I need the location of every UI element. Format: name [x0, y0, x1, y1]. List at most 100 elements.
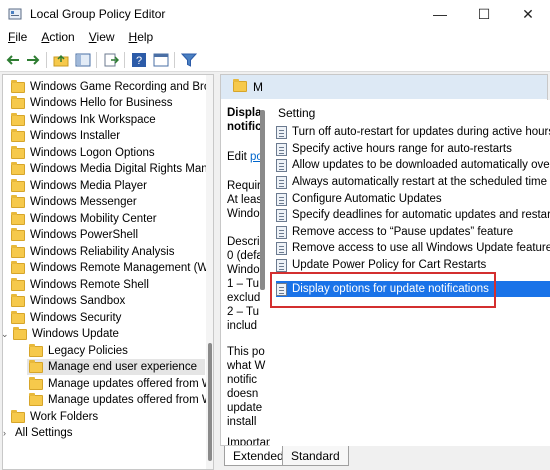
help-icon[interactable]: ? — [130, 51, 148, 69]
menu-help[interactable]: Help — [121, 28, 160, 48]
menu-bar: File Action View Help — [0, 28, 550, 48]
folder-icon — [11, 260, 25, 274]
tree-item[interactable]: Windows Hello for Business — [11, 95, 173, 111]
tree-item[interactable]: Windows Remote Management (W — [11, 260, 208, 276]
forward-arrow-icon[interactable] — [24, 51, 42, 69]
description-line: install — [227, 416, 257, 428]
menu-action[interactable]: Action — [33, 28, 80, 48]
tree-item[interactable]: Windows Messenger — [11, 194, 137, 210]
folder-icon — [29, 359, 43, 373]
folder-icon — [29, 343, 43, 357]
tree-item[interactable]: Windows Game Recording and Bro — [11, 79, 210, 95]
minimize-button[interactable]: — — [418, 0, 462, 28]
folder-icon — [29, 376, 43, 390]
menu-file[interactable]: File — [0, 28, 33, 48]
folder-icon — [11, 277, 25, 291]
toolbar-separator — [96, 52, 97, 68]
setting-row[interactable]: Remove access to use all Windows Update … — [276, 240, 550, 256]
policy-setting-icon — [276, 225, 287, 239]
tree-item[interactable]: Windows Sandbox — [11, 293, 125, 309]
folder-icon — [11, 161, 25, 175]
show-hide-tree-icon[interactable] — [74, 51, 92, 69]
description-line: notific — [227, 374, 258, 386]
filter-icon[interactable] — [180, 51, 198, 69]
toolbar-separator — [174, 52, 175, 68]
tree-item[interactable]: Manage updates offered from W — [29, 376, 213, 392]
menu-view[interactable]: View — [81, 28, 121, 48]
setting-row[interactable]: Specify active hours range for auto-rest… — [276, 141, 550, 157]
description-line: 1 – Tu — [227, 278, 259, 290]
description-line: doesn — [227, 388, 259, 400]
setting-row[interactable]: Always automatically restart at the sche… — [276, 174, 550, 190]
up-folder-icon[interactable] — [52, 51, 70, 69]
policy-setting-icon — [276, 158, 287, 172]
title-bar: Local Group Policy Editor — ☐ ✕ — [0, 0, 550, 28]
description-header: M — [221, 75, 547, 99]
setting-column-header[interactable]: Setting — [278, 106, 315, 120]
policy-title-line: notific — [227, 121, 262, 133]
setting-row[interactable]: Update Power Policy for Cart Restarts — [276, 257, 550, 273]
highlight-annotation-box — [270, 272, 496, 308]
policy-setting-icon — [276, 175, 287, 189]
tree-item[interactable]: Windows Media Digital Rights Man — [11, 161, 208, 177]
description-line: Descri — [227, 236, 260, 248]
toolbar-separator — [46, 52, 47, 68]
properties-icon[interactable] — [152, 51, 170, 69]
description-scrollbar-thumb[interactable] — [260, 110, 265, 290]
setting-row[interactable]: Configure Automatic Updates — [276, 191, 550, 207]
description-line: includ — [227, 320, 258, 332]
tree-item[interactable]: › All Settings — [3, 425, 73, 441]
folder-icon — [11, 227, 25, 241]
setting-row[interactable]: Remove access to “Pause updates” feature — [276, 224, 550, 240]
policy-setting-icon — [276, 142, 287, 156]
tree-item[interactable]: Windows Media Player — [11, 178, 147, 194]
tree-item[interactable]: Windows Mobility Center — [11, 211, 157, 227]
setting-row[interactable]: Allow updates to be downloaded automatic… — [276, 157, 550, 173]
tree-item[interactable]: Windows PowerShell — [11, 227, 138, 243]
folder-icon — [11, 95, 25, 109]
policy-setting-icon — [276, 192, 287, 206]
maximize-button[interactable]: ☐ — [462, 0, 506, 28]
tree-scrollbar-thumb[interactable] — [208, 343, 212, 461]
group-policy-app-icon — [8, 8, 22, 20]
tree-item[interactable]: Windows Reliability Analysis — [11, 244, 174, 260]
tree-item[interactable]: Windows Installer — [11, 128, 120, 144]
tree-item[interactable]: Windows Security — [11, 310, 121, 326]
tree-item[interactable]: Windows Logon Options — [11, 145, 155, 161]
policy-setting-icon — [276, 258, 287, 272]
view-tabs: Extended Standard — [220, 446, 550, 470]
folder-icon — [233, 79, 247, 92]
description-line: This po — [227, 346, 265, 358]
tree-item-windows-update[interactable]: ⌄Windows Update — [3, 326, 119, 342]
toolbar: ? — [0, 48, 550, 72]
tree-item[interactable]: Windows Remote Shell — [11, 277, 149, 293]
chevron-right-icon[interactable]: › — [3, 428, 13, 438]
back-arrow-icon[interactable] — [4, 51, 22, 69]
policy-tree-pane: Windows Game Recording and Bro Windows H… — [2, 74, 214, 470]
folder-icon — [11, 211, 25, 225]
description-line: 0 (defa — [227, 250, 263, 262]
tree-item[interactable]: Windows Ink Workspace — [11, 112, 156, 128]
folder-icon — [11, 145, 25, 159]
svg-text:?: ? — [136, 55, 142, 67]
close-button[interactable]: ✕ — [506, 0, 550, 28]
toolbar-separator — [124, 52, 125, 68]
tab-standard[interactable]: Standard — [282, 446, 349, 466]
tree-item[interactable]: Manage updates offered from W — [29, 392, 213, 408]
policy-setting-icon — [276, 125, 287, 139]
description-line: what W — [227, 360, 266, 372]
policy-setting-icon — [276, 241, 287, 255]
edit-policy-link[interactable]: Edit po — [227, 151, 263, 163]
folder-icon — [11, 293, 25, 307]
tree-item[interactable]: Work Folders — [11, 409, 98, 425]
tree-item-selected[interactable]: Manage end user experience — [27, 359, 205, 375]
setting-row[interactable]: Turn off auto-restart for updates during… — [276, 124, 550, 140]
folder-icon — [11, 194, 25, 208]
export-list-icon[interactable] — [102, 51, 120, 69]
chevron-down-icon[interactable]: ⌄ — [3, 329, 11, 340]
tree-item[interactable]: Legacy Policies — [29, 343, 128, 359]
description-line: exclud — [227, 292, 261, 304]
folder-icon — [11, 244, 25, 258]
description-line: update — [227, 402, 263, 414]
setting-row[interactable]: Specify deadlines for automatic updates … — [276, 207, 550, 223]
